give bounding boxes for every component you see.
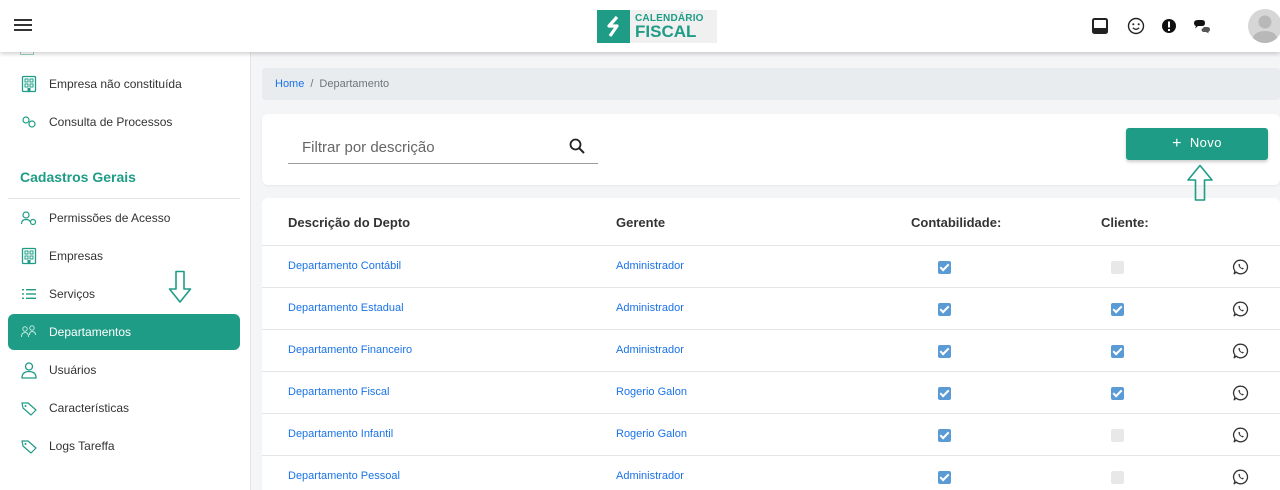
department-name-link[interactable]: Departamento Estadual	[288, 302, 404, 314]
manager-link[interactable]: Administrador	[616, 302, 684, 314]
chat-icon[interactable]	[1190, 14, 1214, 38]
sidebar-item-label: Empresa não constituída	[49, 77, 182, 91]
contabilidade-checkbox[interactable]	[938, 387, 951, 400]
sidebar-item-permissoes-acesso[interactable]: Permissões de Acesso	[8, 200, 240, 236]
contabilidade-checkbox[interactable]	[938, 471, 951, 484]
manager-link[interactable]: Rogerio Galon	[616, 386, 687, 398]
plus-icon: +	[1172, 135, 1182, 152]
sidebar: Empresa não constituída Consulta de Proc…	[0, 52, 251, 490]
department-name-link[interactable]: Departamento Infantil	[288, 428, 393, 440]
cliente-checkbox[interactable]	[1111, 261, 1124, 274]
sidebar-item-empresa-nao-constituida[interactable]: Empresa não constituída	[8, 66, 240, 102]
whatsapp-icon[interactable]	[1232, 426, 1250, 444]
contabilidade-checkbox[interactable]	[938, 429, 951, 442]
new-button[interactable]: + Novo	[1126, 128, 1268, 160]
whatsapp-icon[interactable]	[1232, 258, 1250, 276]
search-input[interactable]	[288, 132, 558, 162]
tag-icon	[20, 399, 38, 417]
app-logo[interactable]: CALENDÁRIO FISCAL	[597, 10, 717, 43]
table-row: Departamento Infantil Rogerio Galon	[262, 414, 1280, 456]
column-header-descricao[interactable]: Descrição do Depto	[288, 215, 410, 230]
column-header-gerente[interactable]: Gerente	[616, 215, 665, 230]
user-icon	[20, 361, 38, 379]
column-header-contabilidade[interactable]: Contabilidade:	[911, 215, 1001, 230]
sidebar-item-label: Permissões de Acesso	[49, 211, 171, 225]
group-icon	[20, 323, 38, 341]
table-row: Departamento Pessoal Administrador	[262, 456, 1280, 490]
cliente-checkbox[interactable]	[1111, 387, 1124, 400]
table-row: Departamento Fiscal Rogerio Galon	[262, 372, 1280, 414]
partial-icon	[20, 52, 34, 55]
whatsapp-icon[interactable]	[1232, 384, 1250, 402]
building-icon	[20, 247, 38, 265]
manager-link[interactable]: Administrador	[616, 344, 684, 356]
breadcrumb-current: Departamento	[319, 78, 390, 90]
list-icon	[20, 285, 38, 303]
departments-table: Descrição do Depto Gerente Contabilidade…	[262, 198, 1280, 490]
sidebar-item-logs-tareffa[interactable]: Logs Tareffa	[8, 428, 240, 464]
sidebar-item-usuarios[interactable]: Usuários	[8, 352, 240, 388]
breadcrumb-home-link[interactable]: Home	[275, 78, 304, 90]
whatsapp-icon[interactable]	[1232, 342, 1250, 360]
cliente-checkbox[interactable]	[1111, 429, 1124, 442]
table-row: Departamento Estadual Administrador	[262, 288, 1280, 330]
sidebar-item-label: Características	[49, 401, 130, 415]
alert-icon[interactable]	[1157, 14, 1181, 38]
sidebar-item-empresas[interactable]: Empresas	[8, 238, 240, 274]
whatsapp-icon[interactable]	[1232, 300, 1250, 318]
main-content: Home / Departamento + Novo Descrição do Dep…	[251, 52, 1280, 490]
annotation-arrow-up-icon	[1186, 164, 1214, 202]
process-icon	[20, 113, 38, 131]
sidebar-item-label: Usuários	[49, 363, 97, 377]
manager-link[interactable]: Administrador	[616, 260, 684, 272]
sidebar-item-servicos[interactable]: Serviços	[8, 276, 240, 312]
table-row: Departamento Financeiro Administrador	[262, 330, 1280, 372]
cliente-checkbox[interactable]	[1111, 303, 1124, 316]
breadcrumb-separator: /	[310, 78, 314, 90]
logo-text-line2: FISCAL	[635, 22, 697, 41]
building-icon	[20, 75, 38, 93]
department-name-link[interactable]: Departamento Financeiro	[288, 344, 412, 356]
column-header-cliente[interactable]: Cliente:	[1101, 215, 1149, 230]
sidebar-item-label: Logs Tareffa	[49, 439, 115, 453]
whatsapp-icon[interactable]	[1232, 468, 1250, 486]
sidebar-item-label: Serviços	[49, 287, 96, 301]
department-name-link[interactable]: Departamento Contábil	[288, 260, 401, 272]
logo-mark	[597, 10, 630, 43]
sidebar-item-label: Consulta de Processos	[49, 115, 173, 129]
search-icon[interactable]	[568, 137, 586, 155]
table-row: Departamento Contábil Administrador	[262, 246, 1280, 288]
sidebar-item-label: Empresas	[49, 249, 104, 263]
table-header: Descrição do Depto Gerente Contabilidade…	[262, 198, 1280, 246]
sidebar-item-departamentos[interactable]: Departamentos	[8, 314, 240, 350]
divider	[8, 198, 240, 199]
section-title-cadastros-gerais: Cadastros Gerais	[20, 169, 136, 185]
sidebar-item-consulta-processos[interactable]: Consulta de Processos	[8, 104, 240, 140]
users-key-icon	[20, 209, 38, 227]
contabilidade-checkbox[interactable]	[938, 345, 951, 358]
contabilidade-checkbox[interactable]	[938, 261, 951, 274]
contabilidade-checkbox[interactable]	[938, 303, 951, 316]
filter-card: + Novo	[262, 114, 1280, 185]
tag-icon	[20, 437, 38, 455]
menu-icon[interactable]	[14, 16, 32, 32]
sidebar-item-caracteristicas[interactable]: Características	[8, 390, 240, 426]
new-button-label: Novo	[1189, 135, 1222, 150]
search-field	[288, 132, 598, 164]
annotation-arrow-down-icon	[168, 270, 192, 304]
cliente-checkbox[interactable]	[1111, 471, 1124, 484]
cliente-checkbox[interactable]	[1111, 345, 1124, 358]
manager-link[interactable]: Rogerio Galon	[616, 428, 687, 440]
avatar[interactable]	[1248, 9, 1280, 43]
department-name-link[interactable]: Departamento Fiscal	[288, 386, 390, 398]
manager-link[interactable]: Administrador	[616, 470, 684, 482]
top-header: CALENDÁRIO FISCAL	[0, 0, 1280, 52]
breadcrumb: Home / Departamento	[262, 68, 1280, 100]
inbox-icon[interactable]	[1088, 14, 1112, 38]
sidebar-item-label: Departamentos	[49, 325, 132, 339]
smiley-icon[interactable]	[1124, 14, 1148, 38]
department-name-link[interactable]: Departamento Pessoal	[288, 470, 400, 482]
